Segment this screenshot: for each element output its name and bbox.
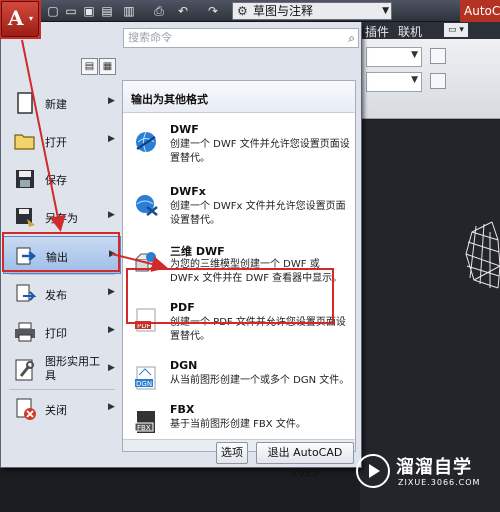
item-title: 三维 DWF (170, 245, 225, 258)
publish-icon[interactable]: ▥ (120, 2, 138, 20)
dwfx-globe-icon (136, 195, 158, 216)
open-documents-icon[interactable]: ▦ (99, 58, 116, 75)
application-button[interactable]: A ▾ (1, 1, 39, 37)
fbx-icon: FBX (134, 411, 155, 433)
recent-documents-icon[interactable]: ▤ (81, 58, 98, 75)
item-title: DWF (170, 123, 199, 136)
title-bar: ▢ ▭ ▣ ▤ ▥ ⎙ ↶ ↷ ⚙ 草图与注释 ▼ AutoCAD (0, 0, 500, 22)
nav-item-close[interactable]: 关闭 ▶ (3, 390, 121, 428)
undo-icon[interactable]: ↶ (174, 2, 192, 20)
highlight-pdf (126, 268, 334, 324)
new-doc-icon (17, 92, 33, 114)
autocad-window: ▢ ▭ ▣ ▤ ▥ ⎙ ↶ ↷ ⚙ 草图与注释 ▼ AutoCAD 插件 联机 … (0, 0, 500, 512)
new-icon[interactable]: ▢ (44, 2, 62, 20)
chevron-down-icon: ▾ (29, 14, 34, 23)
watermark-name: 溜溜自学 (396, 457, 472, 478)
item-description: 从当前图形创建一个或多个 DGN 文件。 (170, 375, 350, 386)
item-title: DWFx (170, 185, 206, 198)
ribbon-toggle-button[interactable]: ▭ ▾ (444, 23, 468, 37)
nav-item-open[interactable]: 打开 ▶ (3, 122, 121, 160)
search-icon: ⌕ (348, 31, 355, 45)
item-title: DGN (170, 359, 198, 372)
nav-label: 保存 (45, 174, 67, 187)
chevron-right-icon: ▶ (108, 96, 115, 106)
open-icon[interactable]: ▭ (62, 2, 80, 20)
redo-icon[interactable]: ↷ (204, 2, 222, 20)
nav-label: 图形实用工具 (45, 355, 100, 382)
gear-icon: ⚙ (237, 4, 248, 18)
nav-item-new[interactable]: 新建 ▶ (3, 84, 121, 122)
highlight-export (2, 232, 120, 272)
tab-plugins[interactable]: 插件 (365, 23, 389, 40)
save-icon[interactable]: ▣ (80, 2, 98, 20)
print-icon[interactable]: ⎙ (150, 2, 168, 20)
submenu-heading: 输出为其他格式 (123, 81, 355, 113)
chevron-right-icon: ▶ (108, 287, 115, 297)
search-input[interactable]: 搜索命令 ⌕ (123, 28, 359, 48)
export-dwfx[interactable]: DWFx 创建一个 DWFx 文件并允许您设置页面设置替代。 (123, 185, 355, 239)
dgn-icon: DGN (135, 366, 156, 390)
svg-text:FBX: FBX (137, 424, 151, 432)
watermark: 溜溜自学 ZIXUE.3066.COM (348, 448, 500, 504)
workspace-dropdown[interactable]: ⚙ 草图与注释 ▼ (232, 2, 392, 20)
item-description: 基于当前图形创建 FBX 文件。 (170, 419, 306, 430)
app-title: AutoCAD (460, 0, 500, 22)
chevron-right-icon: ▶ (108, 134, 115, 144)
autocad-logo-icon: A (8, 6, 24, 30)
wrench-icon (15, 359, 34, 381)
nav-label: 发布 (45, 289, 67, 302)
chevron-right-icon: ▶ (108, 210, 115, 220)
ribbon-combo-2[interactable]: ▼ (366, 72, 422, 92)
dwf-globe-icon (136, 131, 156, 153)
item-description: 创建一个 DWFx 文件并允许您设置页面设置替代。 (170, 201, 346, 226)
nav-item-publish[interactable]: 发布 ▶ (3, 275, 121, 313)
nav-item-save-as[interactable]: 另存为 ▶ (3, 198, 121, 236)
ribbon-tool-icon[interactable] (430, 48, 446, 64)
chevron-down-icon: ▼ (382, 6, 389, 16)
nav-item-print[interactable]: 打印 ▶ (3, 313, 121, 351)
chevron-right-icon: ▶ (108, 325, 115, 335)
options-button[interactable]: 选项 (216, 442, 248, 464)
nav-label: 另存为 (45, 212, 78, 225)
item-title: FBX (170, 403, 195, 416)
export-fbx[interactable]: FBX FBX 基于当前图形创建 FBX 文件。 (123, 403, 355, 439)
search-placeholder: 搜索命令 (128, 31, 172, 44)
open-folder-icon (14, 134, 35, 150)
export-dwf[interactable]: DWF 创建一个 DWF 文件并允许您设置页面设置替代。 (123, 123, 355, 177)
nav-label: 关闭 (45, 404, 67, 417)
svg-text:DGN: DGN (136, 380, 152, 388)
wireframe-model (465, 221, 500, 289)
workspace-name: 草图与注释 (253, 4, 314, 18)
export-dgn[interactable]: DGN DGN 从当前图形创建一个或多个 DGN 文件。 (123, 359, 355, 399)
ribbon-tool-icon[interactable] (430, 73, 446, 89)
nav-label: 新建 (45, 98, 67, 111)
ribbon-combo-1[interactable]: ▼ (366, 47, 422, 67)
item-description: 创建一个 DWF 文件并允许您设置页面设置替代。 (170, 139, 350, 164)
chevron-right-icon: ▶ (108, 402, 115, 412)
save-icon (16, 170, 34, 188)
nav-item-save[interactable]: 保存 (3, 160, 121, 198)
nav-label: 打印 (45, 327, 67, 340)
exit-autocad-button[interactable]: 退出 AutoCAD 2013 (256, 442, 354, 479)
nav-item-drawing-utilities[interactable]: 图形实用工具 ▶ (3, 351, 121, 389)
printer-icon (15, 322, 35, 342)
play-logo-icon (356, 454, 390, 488)
close-doc-icon (16, 398, 36, 420)
export-submenu: 输出为其他格式 DWF 创建一个 DWF 文件并允许您设置页面设置替代。 DWF… (122, 80, 356, 452)
nav-label: 打开 (45, 136, 67, 149)
watermark-url: ZIXUE.3066.COM (398, 478, 481, 487)
tab-online[interactable]: 联机 (398, 23, 422, 40)
save-as-icon[interactable]: ▤ (98, 2, 116, 20)
recent-open-toggle: ▤ ▦ (81, 58, 117, 75)
chevron-right-icon: ▶ (108, 363, 115, 373)
publish-icon (16, 284, 37, 302)
save-as-icon (16, 208, 35, 227)
